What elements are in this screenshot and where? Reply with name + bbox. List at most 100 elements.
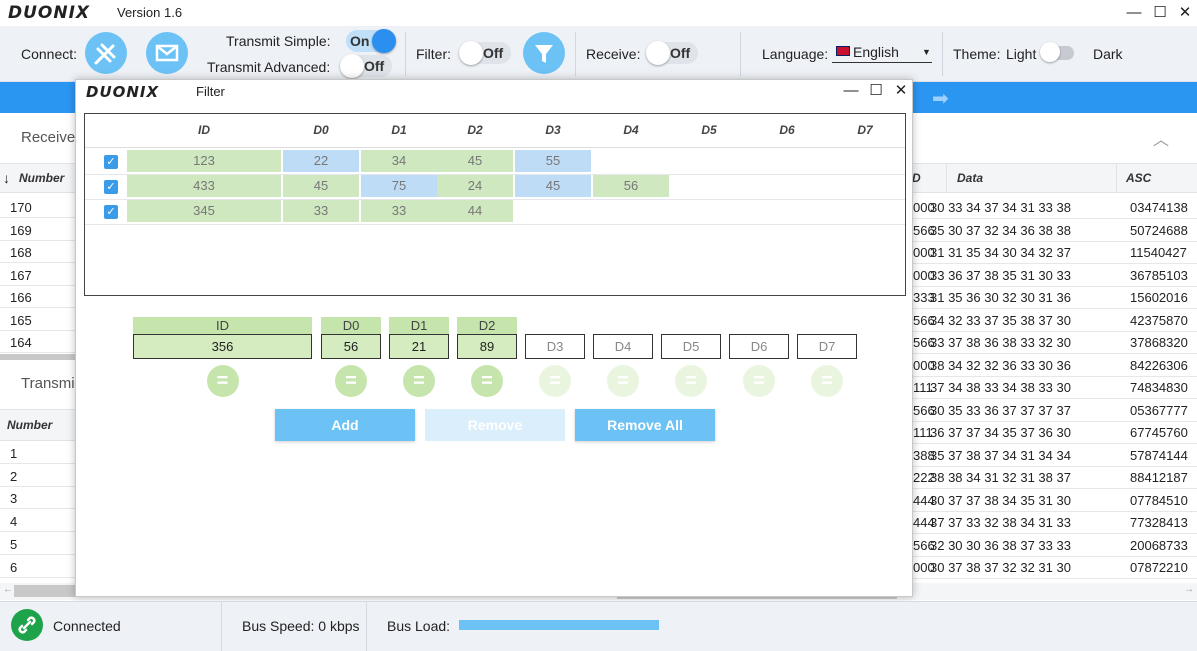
table-row[interactable]: 111 36 37 37 34 35 37 36 30 67745760 (913, 422, 1197, 444)
filter-cell[interactable]: 433 (127, 175, 281, 197)
receive-asc-header[interactable]: ASC (1126, 171, 1151, 185)
column-header-d4[interactable]: D4 (593, 123, 669, 137)
column-header-d3[interactable]: D3 (515, 123, 591, 137)
filter-cell[interactable]: 123 (127, 150, 281, 172)
editor-input-d7[interactable]: D7 (797, 334, 857, 359)
transmit-simple-toggle[interactable]: On (346, 29, 396, 53)
editor-input-d0[interactable]: 56 (321, 334, 381, 359)
collapse-icon[interactable]: ︿ (1153, 126, 1169, 150)
column-header-d1[interactable]: D1 (361, 123, 437, 137)
receive-data-header[interactable]: Data (957, 171, 983, 185)
receive-data-cell: 30 37 38 37 32 32 31 30 (930, 560, 1071, 575)
table-row[interactable]: 566 30 35 33 36 37 37 37 37 05367777 (913, 400, 1197, 422)
filter-toggle[interactable]: Off (459, 41, 511, 65)
column-header-id[interactable]: ID (127, 123, 281, 137)
maximize-icon[interactable]: ☐ (1150, 3, 1170, 23)
receive-number-header[interactable]: Number (19, 171, 64, 185)
table-row[interactable]: 566 32 30 30 36 38 37 33 33 20068733 (913, 535, 1197, 557)
column-header-d5[interactable]: D5 (671, 123, 747, 137)
connect-button[interactable] (85, 32, 127, 74)
filter-cell[interactable]: 34 (361, 150, 437, 172)
equals-operator-button[interactable]: = (607, 365, 639, 397)
column-header-d2[interactable]: D2 (437, 123, 513, 137)
column-header-d7[interactable]: D7 (827, 123, 903, 137)
close-icon[interactable]: ✕ (1175, 3, 1195, 23)
filter-cell[interactable]: 22 (283, 150, 359, 172)
equals-operator-button[interactable]: = (335, 365, 367, 397)
equals-operator-button[interactable]: = (675, 365, 707, 397)
filter-cell[interactable]: 33 (283, 200, 359, 222)
filter-cell[interactable]: 45 (515, 175, 591, 197)
table-row[interactable]: 000 38 34 32 32 36 33 30 36 84226306 (913, 355, 1197, 377)
transmit-button[interactable] (146, 32, 188, 74)
sort-down-icon[interactable]: ↓ (3, 170, 10, 186)
filter-cell[interactable]: 75 (361, 175, 437, 197)
filter-cell[interactable]: 45 (283, 175, 359, 197)
editor-input-id[interactable]: 356 (133, 334, 312, 359)
row-checkbox[interactable]: ✓ (104, 205, 118, 219)
equals-operator-button[interactable]: = (811, 365, 843, 397)
table-row[interactable]: 388 35 37 38 37 34 31 34 34 57874144 (913, 445, 1197, 467)
table-row[interactable]: 444 37 37 33 32 38 34 31 33 77328413 (913, 512, 1197, 534)
equals-operator-button[interactable]: = (539, 365, 571, 397)
equals-operator-button[interactable]: = (403, 365, 435, 397)
filter-row[interactable]: ✓ 123 22 34 45 55 (85, 150, 905, 175)
toolbar-divider (740, 32, 741, 76)
scroll-right-icon[interactable]: → (1184, 584, 1194, 595)
receive-asc-cell: 37868320 (1130, 335, 1188, 350)
filter-cell[interactable]: 44 (437, 200, 513, 222)
filter-cell[interactable]: 33 (361, 200, 437, 222)
theme-toggle[interactable] (1040, 42, 1074, 62)
table-row[interactable]: 333 31 35 36 30 32 30 31 36 15602016 (913, 287, 1197, 309)
editor-input-d6[interactable]: D6 (729, 334, 789, 359)
column-header-d6[interactable]: D6 (749, 123, 825, 137)
remove-all-button[interactable]: Remove All (575, 409, 715, 441)
scroll-left-icon[interactable]: ← (3, 584, 13, 595)
equals-operator-button[interactable]: = (471, 365, 503, 397)
add-button[interactable]: Add (275, 409, 415, 441)
table-row[interactable]: 566 34 32 33 37 35 38 37 30 42375870 (913, 310, 1197, 332)
table-row[interactable]: 000 30 37 38 37 32 32 31 30 07872210 (913, 557, 1197, 579)
table-row[interactable]: 000 30 33 34 37 34 31 33 38 03474138 (913, 197, 1197, 219)
filter-row[interactable]: ✓ 433 45 75 24 45 56 (85, 175, 905, 200)
table-row[interactable]: 566 35 30 37 32 34 36 38 38 50724688 (913, 220, 1197, 242)
column-header-d0[interactable]: D0 (283, 123, 359, 137)
filter-cell[interactable]: 345 (127, 200, 281, 222)
receive-scrollbar-left[interactable] (0, 354, 75, 360)
filter-cell[interactable]: 24 (437, 175, 513, 197)
filter-state: Off (483, 45, 504, 61)
filter-cell[interactable]: 45 (437, 150, 513, 172)
table-row[interactable]: 566 33 37 38 36 38 33 32 30 37868320 (913, 332, 1197, 354)
dialog-maximize-icon[interactable]: ☐ (866, 81, 886, 101)
editor-input-d3[interactable]: D3 (525, 334, 585, 359)
filter-cell[interactable]: 56 (593, 175, 669, 197)
remove-button[interactable]: Remove (425, 409, 565, 441)
receive-id-header[interactable]: D (912, 171, 921, 185)
transmit-advanced-label: Transmit Advanced: (207, 59, 331, 75)
arrow-right-icon[interactable]: ➡ (932, 86, 949, 111)
row-checkbox[interactable]: ✓ (104, 155, 118, 169)
language-select[interactable]: English ▼ (832, 42, 932, 63)
table-row[interactable]: 444 30 37 37 38 34 35 31 30 07784510 (913, 490, 1197, 512)
filter-settings-button[interactable] (523, 32, 565, 74)
minimize-icon[interactable]: — (1124, 3, 1144, 23)
transmit-number-header[interactable]: Number (7, 418, 52, 432)
table-row[interactable]: 000 33 36 37 38 35 31 30 33 36785103 (913, 265, 1197, 287)
table-row[interactable]: 222 38 38 34 31 32 31 38 37 88412187 (913, 467, 1197, 489)
row-checkbox[interactable]: ✓ (104, 180, 118, 194)
receive-toggle[interactable]: Off (646, 41, 698, 65)
filter-cell[interactable]: 55 (515, 150, 591, 172)
editor-input-d4[interactable]: D4 (593, 334, 653, 359)
editor-input-d5[interactable]: D5 (661, 334, 721, 359)
equals-operator-button[interactable]: = (206, 365, 239, 397)
table-row[interactable]: 000 31 31 35 34 30 34 32 37 11540427 (913, 242, 1197, 264)
transmit-scrollbar-thumb[interactable] (14, 585, 75, 597)
equals-operator-button[interactable]: = (743, 365, 775, 397)
filter-row[interactable]: ✓ 345 33 33 44 (85, 200, 905, 225)
transmit-advanced-toggle[interactable]: Off (340, 54, 392, 78)
table-row[interactable]: 111 37 34 38 33 34 38 33 30 74834830 (913, 377, 1197, 399)
editor-input-d2[interactable]: 89 (457, 334, 517, 359)
dialog-close-icon[interactable]: ✕ (891, 81, 911, 101)
editor-input-d1[interactable]: 21 (389, 334, 449, 359)
dialog-minimize-icon[interactable]: — (841, 81, 861, 101)
